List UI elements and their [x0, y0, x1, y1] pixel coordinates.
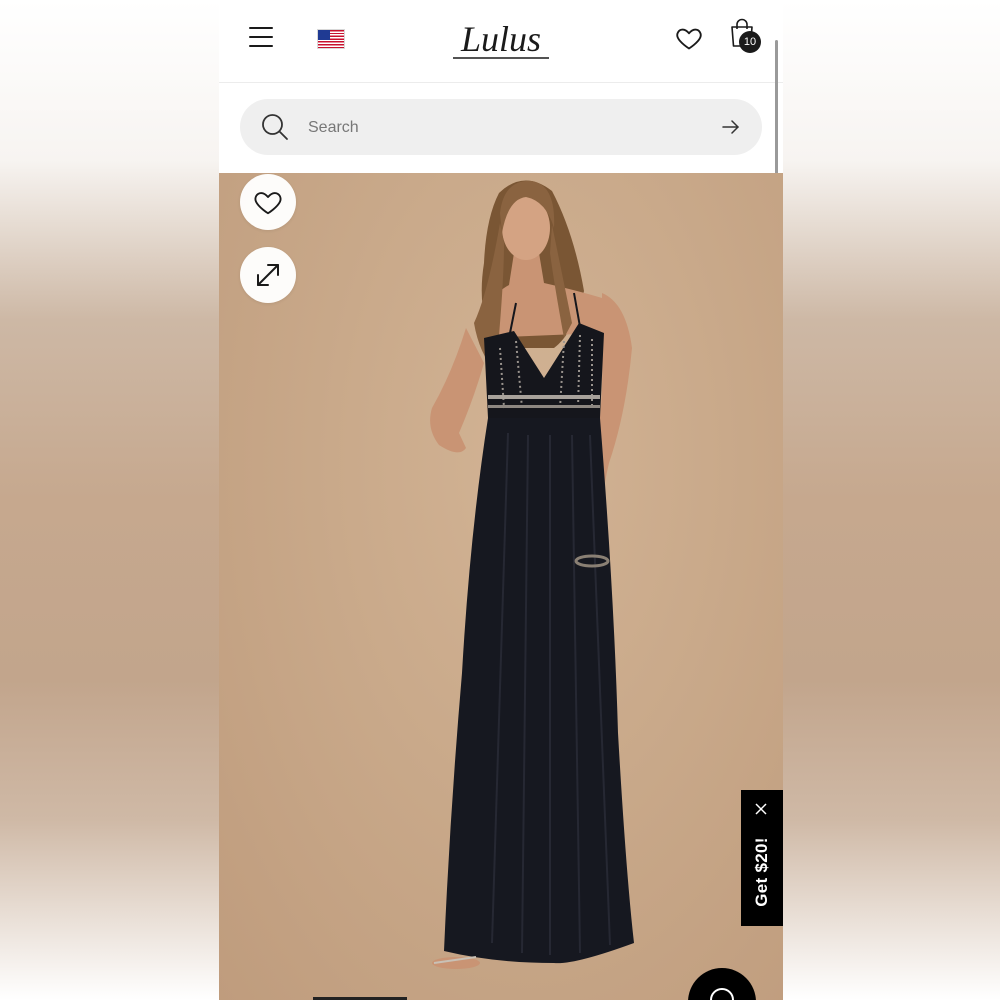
- phone-screen: Lulus 10 Search Get $20!: [219, 0, 783, 1000]
- hamburger-menu-icon[interactable]: [249, 27, 273, 47]
- promo-tab[interactable]: Get $20!: [741, 790, 783, 926]
- scrollbar[interactable]: [775, 40, 778, 195]
- arrow-right-icon[interactable]: [720, 116, 742, 138]
- expand-image-button[interactable]: [240, 247, 296, 303]
- lulus-logo[interactable]: Lulus: [443, 14, 559, 64]
- bag-count-badge: 10: [739, 31, 761, 53]
- close-icon[interactable]: [754, 802, 768, 816]
- search-input[interactable]: [306, 113, 710, 143]
- search-icon: [262, 114, 288, 140]
- chat-bubble-icon: [710, 988, 734, 1000]
- heart-outline-icon[interactable]: [675, 24, 703, 52]
- favorite-button[interactable]: [240, 174, 296, 230]
- heart-outline-icon: [254, 192, 282, 215]
- site-header: Lulus 10: [219, 0, 783, 83]
- product-image[interactable]: Get $20!: [219, 173, 783, 1000]
- chat-button[interactable]: [688, 968, 756, 1000]
- logo-text: Lulus: [460, 19, 541, 59]
- us-flag-icon[interactable]: [317, 29, 345, 49]
- expand-arrows-icon: [257, 264, 279, 286]
- search-bar: [240, 99, 762, 155]
- promo-label: Get $20!: [752, 837, 771, 907]
- model-in-maxi-dress-image: [430, 180, 634, 969]
